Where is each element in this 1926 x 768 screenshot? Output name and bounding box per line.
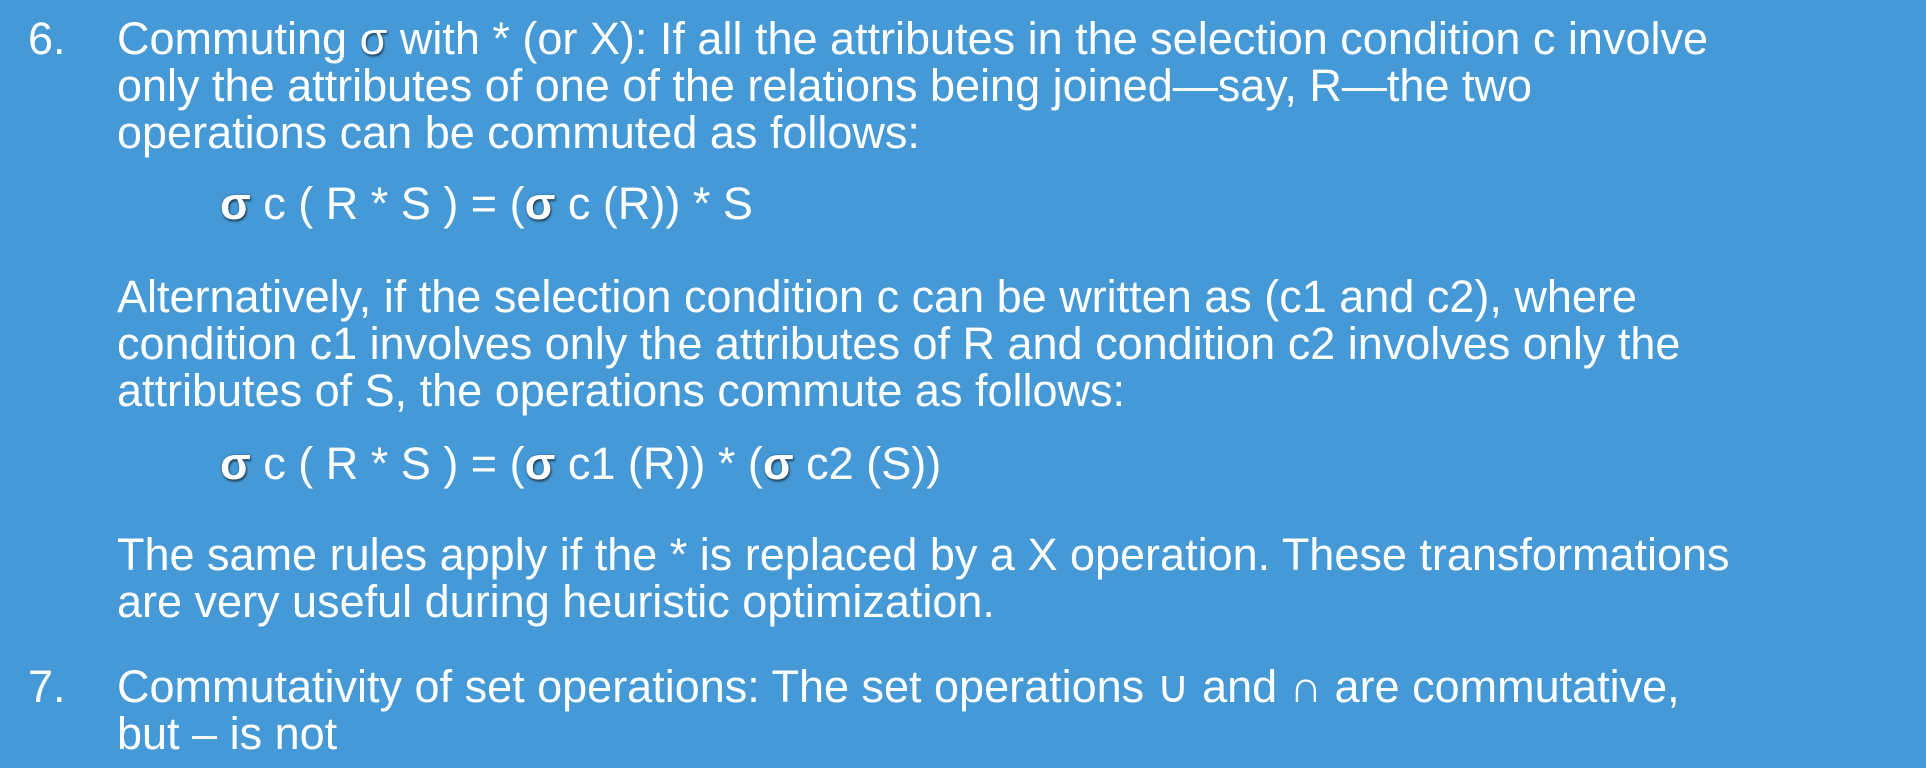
item6-line-2: only the attributes of one of the relati… [117,60,1532,111]
item6-same-line-1: The same rules apply if the * is replace… [117,529,1730,580]
sigma-symbol-inline: σ [359,13,388,64]
formula-2-part-a: c ( R * S ) = ( [250,438,525,489]
item6-alt-line-1: Alternatively, if the selection conditio… [117,271,1637,322]
list-number-6: 6. [28,13,66,64]
item6-line1-rest: with * (or X): If all the attributes in … [387,13,1709,64]
sigma-symbol: σ [524,178,556,229]
item6-lead: Commuting [117,13,360,64]
formula-2-part-c: c2 (S)) [793,438,942,489]
list-number-7: 7. [28,661,66,712]
item6-alt-line-2: condition c1 involves only the attribute… [117,318,1681,369]
item6-line-3: operations can be commuted as follows: [117,107,920,158]
formula-1-part-b: c (R)) * S [555,178,753,229]
formula-1: σ c ( R * S ) = (σ c (R)) * S [220,180,753,228]
sigma-symbol: σ [220,178,251,229]
formula-2: σ c ( R * S ) = (σ c1 (R)) * (σ c2 (S)) [220,440,941,488]
item6-same-line-2: are very useful during heuristic optimiz… [117,576,995,627]
item6-line-1: Commuting σ with * (or X): If all the at… [117,15,1708,63]
item7-line-1: Commutativity of set operations: The set… [117,661,1680,712]
sigma-symbol: σ [524,438,556,489]
item6-alt-line-3: attributes of S, the operations commute … [117,365,1125,416]
sigma-symbol: σ [220,438,251,489]
sigma-symbol: σ [762,438,794,489]
item7-line-2: but – is not [117,708,338,759]
formula-1-part-a: c ( R * S ) = ( [250,178,525,229]
formula-2-part-b: c1 (R)) * ( [555,438,763,489]
slide: 6. Commuting σ with * (or X): If all the… [0,0,1926,768]
